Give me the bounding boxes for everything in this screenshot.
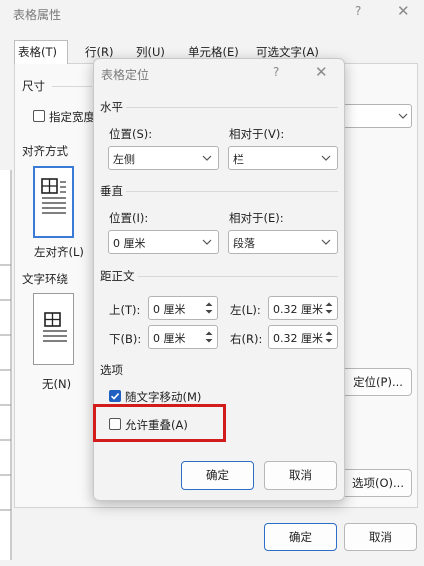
horizontal-relative-label: 相对于(V):: [229, 127, 285, 141]
spin-arrows-icon[interactable]: [322, 327, 336, 347]
specify-width-checkbox[interactable]: [33, 110, 45, 122]
align-left-label: 左对齐(L): [34, 245, 84, 259]
vertical-position-combo[interactable]: 0 厘米: [108, 230, 219, 254]
inner-help-icon[interactable]: ?: [273, 65, 279, 79]
size-separator: [52, 86, 92, 87]
positioning-button[interactable]: 定位(P)...: [345, 368, 412, 396]
inner-cancel-button[interactable]: 取消: [264, 461, 337, 490]
specify-width-label: 指定宽度: [49, 110, 93, 124]
outer-ok-button[interactable]: 确定: [264, 523, 337, 551]
horizontal-separator: [126, 107, 338, 108]
outer-dialog-title: 表格属性: [13, 8, 62, 22]
horizontal-position-combo[interactable]: 左侧: [108, 146, 219, 170]
alignment-section-label: 对齐方式: [22, 144, 68, 158]
chevron-down-icon: [398, 113, 408, 119]
vertical-separator: [126, 191, 338, 192]
align-left-option[interactable]: [33, 166, 74, 238]
vertical-relative-label: 相对于(E):: [229, 211, 284, 225]
distance-left-spinner[interactable]: 0.32 厘米: [268, 296, 338, 320]
help-icon[interactable]: ?: [355, 4, 361, 18]
document-table-lines: [0, 170, 12, 560]
chevron-down-icon: [202, 155, 212, 161]
distance-top-value: 0 厘米: [153, 303, 186, 316]
options-section-label: 选项: [100, 363, 123, 377]
allow-overlap-label: 允许重叠(A): [125, 418, 188, 432]
options-button[interactable]: 选项(O)...: [345, 469, 412, 497]
width-measure-dropdown[interactable]: [345, 104, 412, 128]
horizontal-relative-combo[interactable]: 栏: [228, 146, 338, 170]
horizontal-relative-value: 栏: [233, 153, 244, 166]
allow-overlap-checkbox[interactable]: [109, 418, 121, 430]
distance-top-label: 上(T):: [109, 303, 141, 317]
horizontal-position-label: 位置(S):: [109, 127, 153, 141]
chevron-down-icon: [202, 239, 212, 245]
move-with-text-label: 随文字移动(M): [125, 390, 202, 404]
spin-arrows-icon[interactable]: [322, 298, 336, 318]
distance-separator: [138, 276, 338, 277]
align-left-table-icon: [41, 178, 66, 214]
close-icon[interactable]: ✕: [397, 2, 410, 20]
wrap-section-label: 文字环绕: [22, 272, 68, 286]
wrap-none-option[interactable]: [33, 293, 74, 365]
wrap-none-label: 无(N): [42, 377, 72, 391]
vertical-position-label: 位置(I):: [109, 211, 149, 225]
distance-bottom-label: 下(B):: [109, 332, 142, 346]
vertical-section-label: 垂直: [100, 184, 123, 198]
distance-right-value: 0.32 厘米: [273, 332, 323, 345]
move-with-text-checkbox[interactable]: [109, 390, 121, 402]
checkmark-icon: [110, 393, 120, 400]
distance-left-label: 左(L):: [230, 303, 261, 317]
inner-close-icon[interactable]: ✕: [315, 63, 328, 81]
distance-bottom-spinner[interactable]: 0 厘米: [148, 325, 218, 349]
vertical-position-value: 0 厘米: [113, 237, 146, 250]
distance-bottom-value: 0 厘米: [153, 332, 186, 345]
distance-right-spinner[interactable]: 0.32 厘米: [268, 325, 338, 349]
table-positioning-dialog: 表格定位 ? ✕ 水平 位置(S): 相对于(V): 左侧 栏 垂直 位置(I)…: [93, 58, 345, 501]
distance-top-spinner[interactable]: 0 厘米: [148, 296, 218, 320]
spin-arrows-icon[interactable]: [202, 298, 216, 318]
chevron-down-icon: [321, 239, 331, 245]
document-edge: [0, 170, 12, 560]
tab-table[interactable]: 表格(T): [14, 40, 68, 64]
size-section-label: 尺寸: [22, 79, 45, 93]
horizontal-section-label: 水平: [100, 100, 123, 114]
horizontal-position-value: 左侧: [113, 153, 135, 166]
chevron-down-icon: [321, 155, 331, 161]
inner-dialog-title: 表格定位: [101, 68, 150, 82]
distance-right-label: 右(R):: [230, 332, 263, 346]
outer-cancel-button[interactable]: 取消: [344, 523, 417, 551]
vertical-relative-value: 段落: [233, 237, 255, 250]
wrap-none-table-icon: [43, 312, 67, 342]
distance-left-value: 0.32 厘米: [273, 303, 323, 316]
spin-arrows-icon[interactable]: [202, 327, 216, 347]
inner-ok-button[interactable]: 确定: [181, 461, 254, 490]
distance-section-label: 距正文: [100, 269, 135, 283]
vertical-relative-combo[interactable]: 段落: [228, 230, 338, 254]
